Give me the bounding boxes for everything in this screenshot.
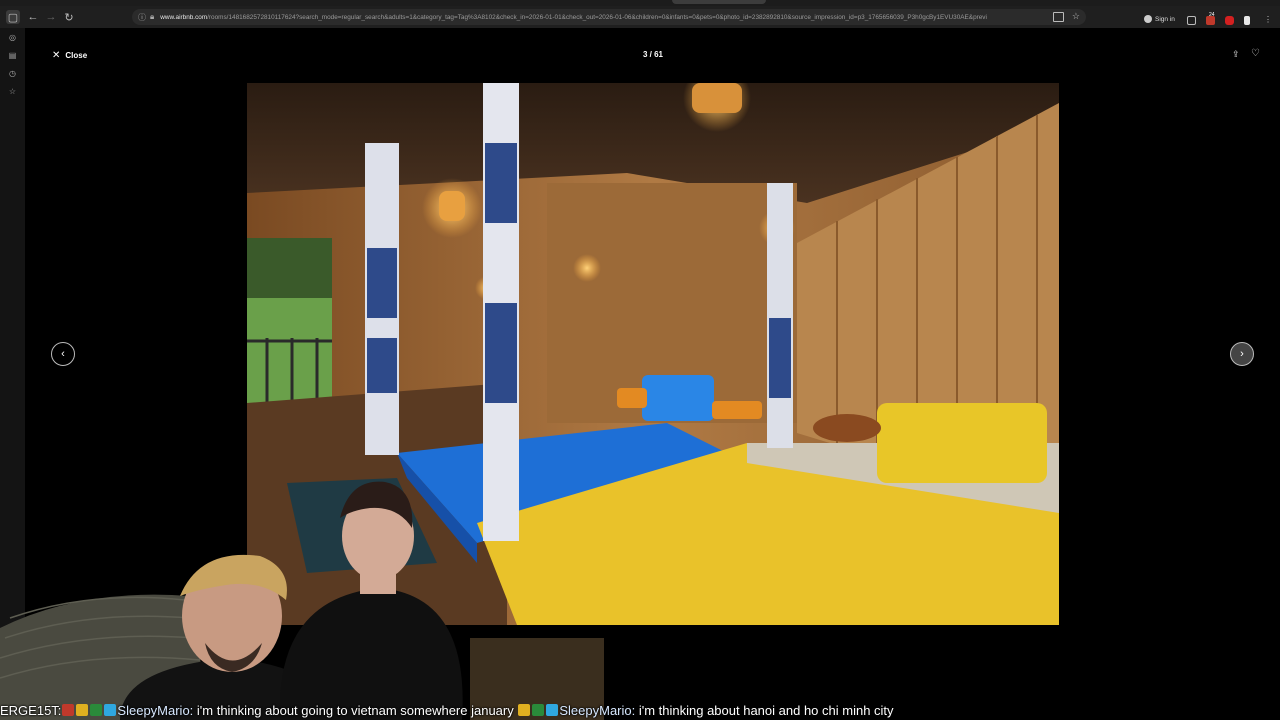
ai-assistant-icon[interactable]: ◎ (8, 33, 17, 42)
gem-badge-icon (104, 704, 117, 716)
reload-icon[interactable]: ↻ (62, 10, 76, 24)
close-icon: ✕ (52, 50, 61, 61)
lock-icon: 🔒︎ (150, 12, 155, 21)
sign-in-button[interactable]: Sign in (1144, 15, 1175, 23)
emote-icon (62, 704, 75, 716)
address-bar[interactable]: ⓘ 🔒︎ www.airbnb.com/rooms/14816825728101… (132, 9, 1086, 25)
wallet-icon[interactable]: ▤ (8, 51, 17, 60)
chat-message: i'm thinking about hanoi and ho chi minh… (635, 702, 894, 718)
back-icon[interactable]: ← (26, 10, 40, 24)
streamer-webcam-overlay (0, 478, 604, 720)
next-photo-button[interactable]: › (1230, 342, 1254, 366)
gem-badge-icon (546, 704, 559, 716)
photo-counter: 3 / 61 (642, 50, 663, 59)
extension-puzzle-icon[interactable] (1187, 16, 1196, 25)
site-info-icon[interactable]: ⓘ (138, 12, 146, 23)
forward-icon[interactable]: → (44, 10, 58, 24)
chevron-right-icon: › (1240, 348, 1244, 360)
chevron-left-icon: ‹ (61, 348, 65, 360)
profile-icon (1144, 15, 1152, 23)
chat-username-prefix: ERGE15T: (0, 702, 62, 718)
previous-photo-button[interactable]: ‹ (51, 342, 75, 366)
extension-red-icon[interactable]: 24 (1206, 12, 1215, 25)
extension-shield-icon[interactable] (1244, 16, 1250, 25)
sidebar-toggle-icon[interactable]: ▢ (6, 10, 20, 24)
stream-chat-ticker: ERGE15T: SleepyMario: i'm thinking about… (0, 700, 1280, 720)
bookmark-star-icon[interactable]: ☆ (1072, 11, 1080, 22)
menu-icon[interactable]: ⋮ (1264, 16, 1272, 25)
share-icon[interactable]: ⇪ (1232, 49, 1240, 60)
reader-mode-icon[interactable] (1053, 12, 1064, 22)
sub-badge-icon (90, 704, 103, 716)
history-icon[interactable]: ◷ (8, 69, 17, 78)
chat-message: i'm thinking about going to vietnam some… (193, 702, 518, 718)
browser-toolbar: ▢ ← → ↻ ⓘ 🔒︎ www.airbnb.com/rooms/148168… (0, 6, 1280, 28)
close-button[interactable]: ✕ Close (52, 50, 87, 61)
youtube-extension-icon[interactable] (1225, 16, 1234, 25)
save-heart-icon[interactable]: ♡ (1251, 48, 1260, 59)
active-tab-indicator[interactable] (672, 0, 766, 4)
chat-username: SleepyMario: (117, 702, 194, 718)
crown-badge-icon (518, 704, 531, 716)
sub-badge-icon (532, 704, 545, 716)
url-text[interactable]: www.airbnb.com/rooms/1481682572810117624… (160, 14, 1040, 21)
chat-username: SleepyMario: (559, 702, 636, 718)
crown-badge-icon (76, 704, 89, 716)
webcam-feed (0, 481, 604, 720)
bookmarks-icon[interactable]: ☆ (8, 87, 17, 96)
